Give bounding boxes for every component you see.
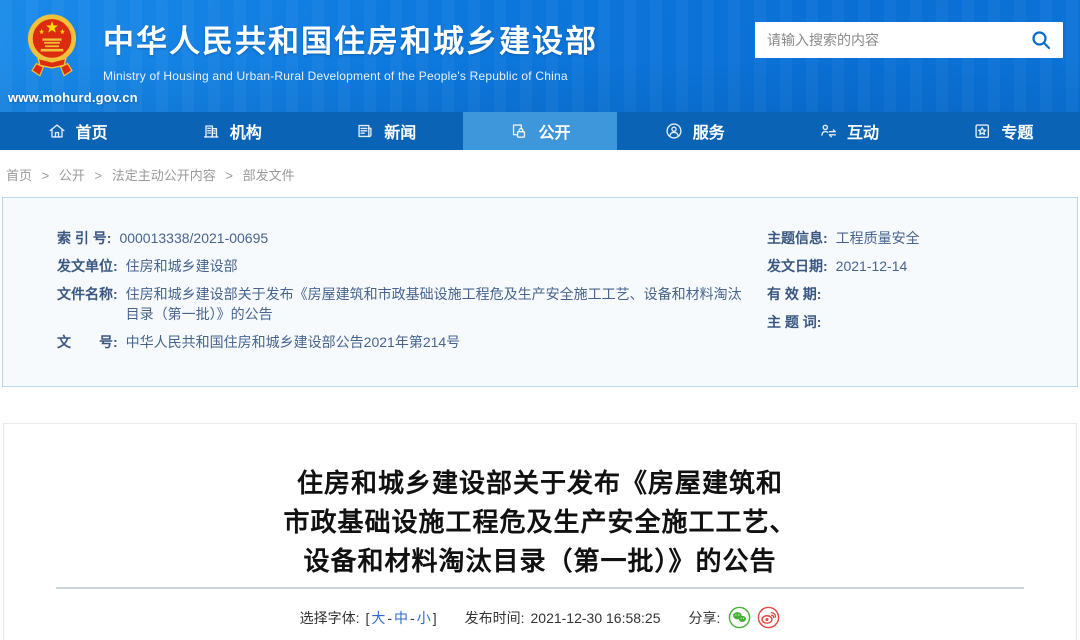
- home-icon: [47, 121, 67, 141]
- nav-item-disclosure[interactable]: 公开: [463, 112, 617, 150]
- doc-info-row-index-number: 索 引 号: 000013338/2021-00695: [57, 228, 761, 248]
- nav-label: 服务: [693, 119, 725, 143]
- site-header: www.mohurd.gov.cn 中华人民共和国住房和城乡建设部 Minist…: [0, 0, 1080, 112]
- breadcrumb-separator: >: [42, 168, 50, 183]
- doc-info-row-subject-info: 主题信息: 工程质量安全: [767, 228, 1077, 248]
- font-size-selector: [大-中-小]: [365, 608, 436, 628]
- doc-info-row-issue-date: 发文日期: 2021-12-14: [767, 256, 1077, 276]
- nav-item-services[interactable]: 服务: [617, 112, 771, 150]
- china-national-emblem-icon: [26, 9, 78, 92]
- nav-item-home[interactable]: 首页: [0, 112, 154, 150]
- article-title-line: 住房和城乡建设部关于发布《房屋建筑和: [4, 464, 1076, 503]
- breadcrumb-item-ministry-documents[interactable]: 部发文件: [243, 168, 295, 183]
- publish-time-label: 发布时间:: [465, 608, 525, 628]
- doc-info-row-validity-period: 有 效 期:: [767, 284, 1077, 304]
- font-select-label: 选择字体:: [300, 608, 360, 628]
- share-icons: [728, 606, 780, 629]
- document-info-right-column: 主题信息: 工程质量安全 发文日期: 2021-12-14 有 效 期: 主 题…: [761, 228, 1077, 360]
- news-icon: [355, 121, 375, 141]
- site-title-english: Ministry of Housing and Urban-Rural Deve…: [103, 69, 598, 83]
- field-label: 文件名称:: [57, 284, 118, 324]
- field-label: 索 引 号:: [57, 228, 111, 248]
- field-label: 主题信息:: [767, 228, 828, 248]
- interaction-icon: [818, 121, 838, 141]
- breadcrumb: 首页 > 公开 > 法定主动公开内容 > 部发文件: [0, 150, 1080, 197]
- nav-label: 专题: [1001, 119, 1033, 143]
- bracket: [: [365, 610, 369, 626]
- article-title: 住房和城乡建设部关于发布《房屋建筑和 市政基础设施工程危及生产安全施工工艺、 设…: [4, 464, 1076, 581]
- nav-label: 公开: [538, 119, 570, 143]
- site-title-chinese: 中华人民共和国住房和城乡建设部: [103, 16, 598, 61]
- article-title-line: 设备和材料淘汰目录（第一批）》的公告: [4, 542, 1076, 581]
- doc-info-row-document-number: 文 号: 中华人民共和国住房和城乡建设部公告2021年第214号: [57, 332, 761, 352]
- breadcrumb-item-statutory-content[interactable]: 法定主动公开内容: [112, 168, 216, 183]
- field-value: 住房和城乡建设部: [126, 256, 238, 276]
- nav-item-topics[interactable]: 专题: [926, 112, 1080, 150]
- search-input[interactable]: [755, 22, 1019, 58]
- header-titles: 中华人民共和国住房和城乡建设部 Ministry of Housing and …: [103, 16, 598, 83]
- search-icon: [1030, 29, 1052, 51]
- breadcrumb-separator: >: [95, 168, 103, 183]
- nav-label: 新闻: [384, 119, 416, 143]
- bracket: ]: [433, 610, 437, 626]
- breadcrumb-separator: >: [225, 168, 233, 183]
- share-label: 分享:: [689, 608, 721, 628]
- publish-time-value: 2021-12-30 16:58:25: [531, 610, 661, 626]
- nav-item-organization[interactable]: 机构: [154, 112, 308, 150]
- disclosure-icon: [509, 121, 529, 141]
- breadcrumb-item-disclosure[interactable]: 公开: [59, 168, 85, 183]
- nav-item-news[interactable]: 新闻: [309, 112, 463, 150]
- search-box: [755, 22, 1063, 58]
- main-navigation: 首页 机构 新闻 公开 服务 互动: [0, 112, 1080, 150]
- document-info-card: 索 引 号: 000013338/2021-00695 发文单位: 住房和城乡建…: [2, 197, 1078, 387]
- nav-item-interaction[interactable]: 互动: [771, 112, 925, 150]
- field-value: 中华人民共和国住房和城乡建设部公告2021年第214号: [126, 332, 461, 352]
- article-panel: 住房和城乡建设部关于发布《房屋建筑和 市政基础设施工程危及生产安全施工工艺、 设…: [3, 423, 1077, 640]
- field-label: 发文日期:: [767, 256, 828, 276]
- font-size-medium-button[interactable]: 中: [394, 610, 408, 626]
- field-label: 文 号:: [57, 332, 118, 352]
- field-label: 有 效 期:: [767, 284, 821, 304]
- services-icon: [664, 121, 684, 141]
- title-divider: [56, 587, 1024, 589]
- font-size-large-button[interactable]: 大: [371, 610, 385, 626]
- wechat-share-icon[interactable]: [728, 606, 751, 629]
- search-button[interactable]: [1019, 22, 1063, 58]
- field-value: 住房和城乡建设部关于发布《房屋建筑和市政基础设施工程危及生产安全施工工艺、设备和…: [126, 284, 754, 324]
- nav-label: 互动: [847, 119, 879, 143]
- field-value: 000013338/2021-00695: [119, 228, 268, 248]
- field-label: 发文单位:: [57, 256, 118, 276]
- breadcrumb-item-home[interactable]: 首页: [6, 168, 32, 183]
- organization-icon: [201, 121, 221, 141]
- doc-info-row-keywords: 主 题 词:: [767, 312, 1077, 332]
- site-url: www.mohurd.gov.cn: [8, 90, 138, 105]
- doc-info-row-document-name: 文件名称: 住房和城乡建设部关于发布《房屋建筑和市政基础设施工程危及生产安全施工…: [57, 284, 761, 324]
- dash: -: [387, 610, 392, 626]
- weibo-share-icon[interactable]: [757, 606, 780, 629]
- dash: -: [410, 610, 415, 626]
- field-value: 工程质量安全: [836, 228, 920, 248]
- topics-icon: [972, 121, 992, 141]
- article-meta-bar: 选择字体: [大-中-小] 发布时间: 2021-12-30 16:58:25 …: [4, 606, 1076, 629]
- field-value: 2021-12-14: [836, 256, 908, 276]
- nav-label: 机构: [230, 119, 262, 143]
- nav-label: 首页: [76, 119, 108, 143]
- article-title-line: 市政基础设施工程危及生产安全施工工艺、: [4, 503, 1076, 542]
- field-label: 主 题 词:: [767, 312, 821, 332]
- document-info-left-column: 索 引 号: 000013338/2021-00695 发文单位: 住房和城乡建…: [3, 228, 761, 360]
- doc-info-row-issuing-unit: 发文单位: 住房和城乡建设部: [57, 256, 761, 276]
- font-size-small-button[interactable]: 小: [417, 610, 431, 626]
